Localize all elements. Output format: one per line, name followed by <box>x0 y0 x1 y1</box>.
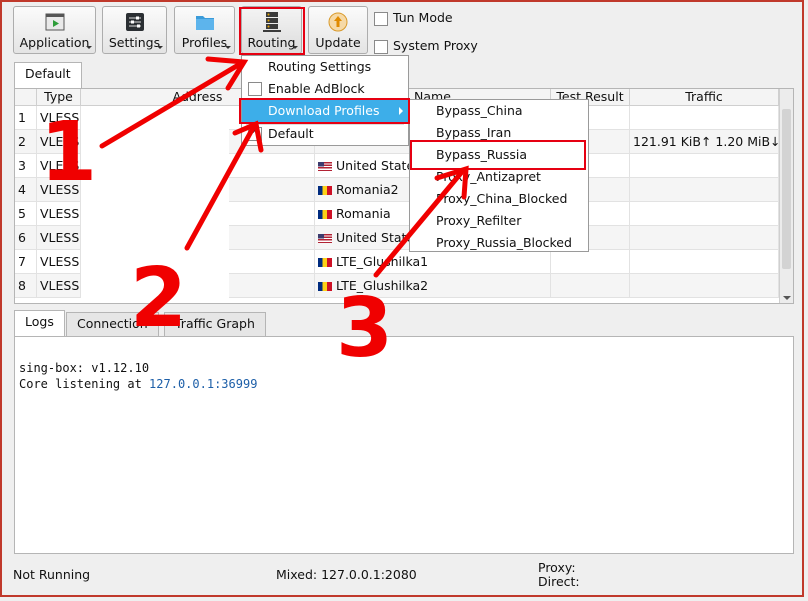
annotation-arrows <box>99 56 469 278</box>
annotation-number-one: 1 <box>40 105 98 200</box>
annotation-number-two: 2 <box>130 251 188 346</box>
arrow-one <box>99 61 243 149</box>
arrow-two <box>184 125 256 251</box>
annotation-number-three: 3 <box>336 281 394 376</box>
arrow-three <box>373 170 464 278</box>
